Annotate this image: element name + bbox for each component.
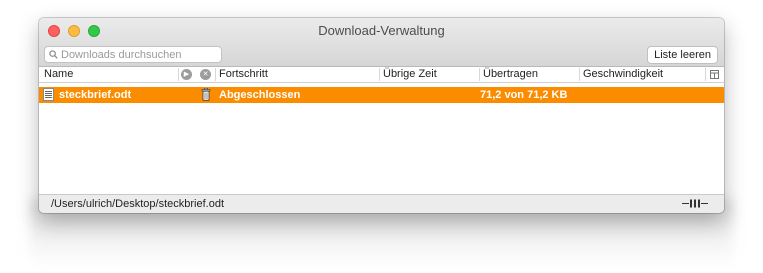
column-divider[interactable] [379,68,380,81]
trash-icon[interactable] [201,88,211,101]
download-progress-status: Abgeschlossen [219,89,301,101]
status-bar: /Users/ulrich/Desktop/steckbrief.odt [39,194,724,213]
column-divider[interactable] [479,68,480,81]
search-icon [49,50,58,59]
column-header-speed[interactable]: Geschwindigkeit [583,68,663,82]
column-divider[interactable] [705,68,706,81]
search-input[interactable]: Downloads durchsuchen [44,46,222,63]
column-header-progress[interactable]: Fortschritt [219,68,268,82]
search-placeholder: Downloads durchsuchen [61,48,182,61]
column-divider[interactable] [579,68,580,81]
column-header-remaining[interactable]: Übrige Zeit [383,68,437,82]
clear-list-button[interactable]: Liste leeren [647,46,718,64]
download-transferred: 71,2 von 71,2 KB [480,89,568,101]
download-manager-window: Download-Verwaltung Downloads durchsuche… [39,18,724,213]
column-divider[interactable] [178,68,179,81]
column-divider[interactable] [215,68,216,81]
cancel-all-icon[interactable]: ✕ [200,69,211,80]
download-filename: steckbrief.odt [59,89,132,101]
document-icon [43,88,54,101]
table-row[interactable]: steckbrief.odt Abgeschlossen 71,2 von 71… [39,87,724,103]
column-options-icon[interactable] [710,70,719,79]
table-header: Name ▶ ✕ Fortschritt Übrige Zeit Übertra… [39,67,724,83]
window-title: Download-Verwaltung [318,23,445,38]
selected-file-path: /Users/ulrich/Desktop/steckbrief.odt [51,198,225,210]
resume-all-icon[interactable]: ▶ [181,69,192,80]
titlebar: Download-Verwaltung Downloads durchsuche… [39,18,724,67]
column-header-name[interactable]: Name [44,68,73,82]
column-header-transferred[interactable]: Übertragen [483,68,538,82]
resize-handle-icon[interactable] [682,199,708,208]
